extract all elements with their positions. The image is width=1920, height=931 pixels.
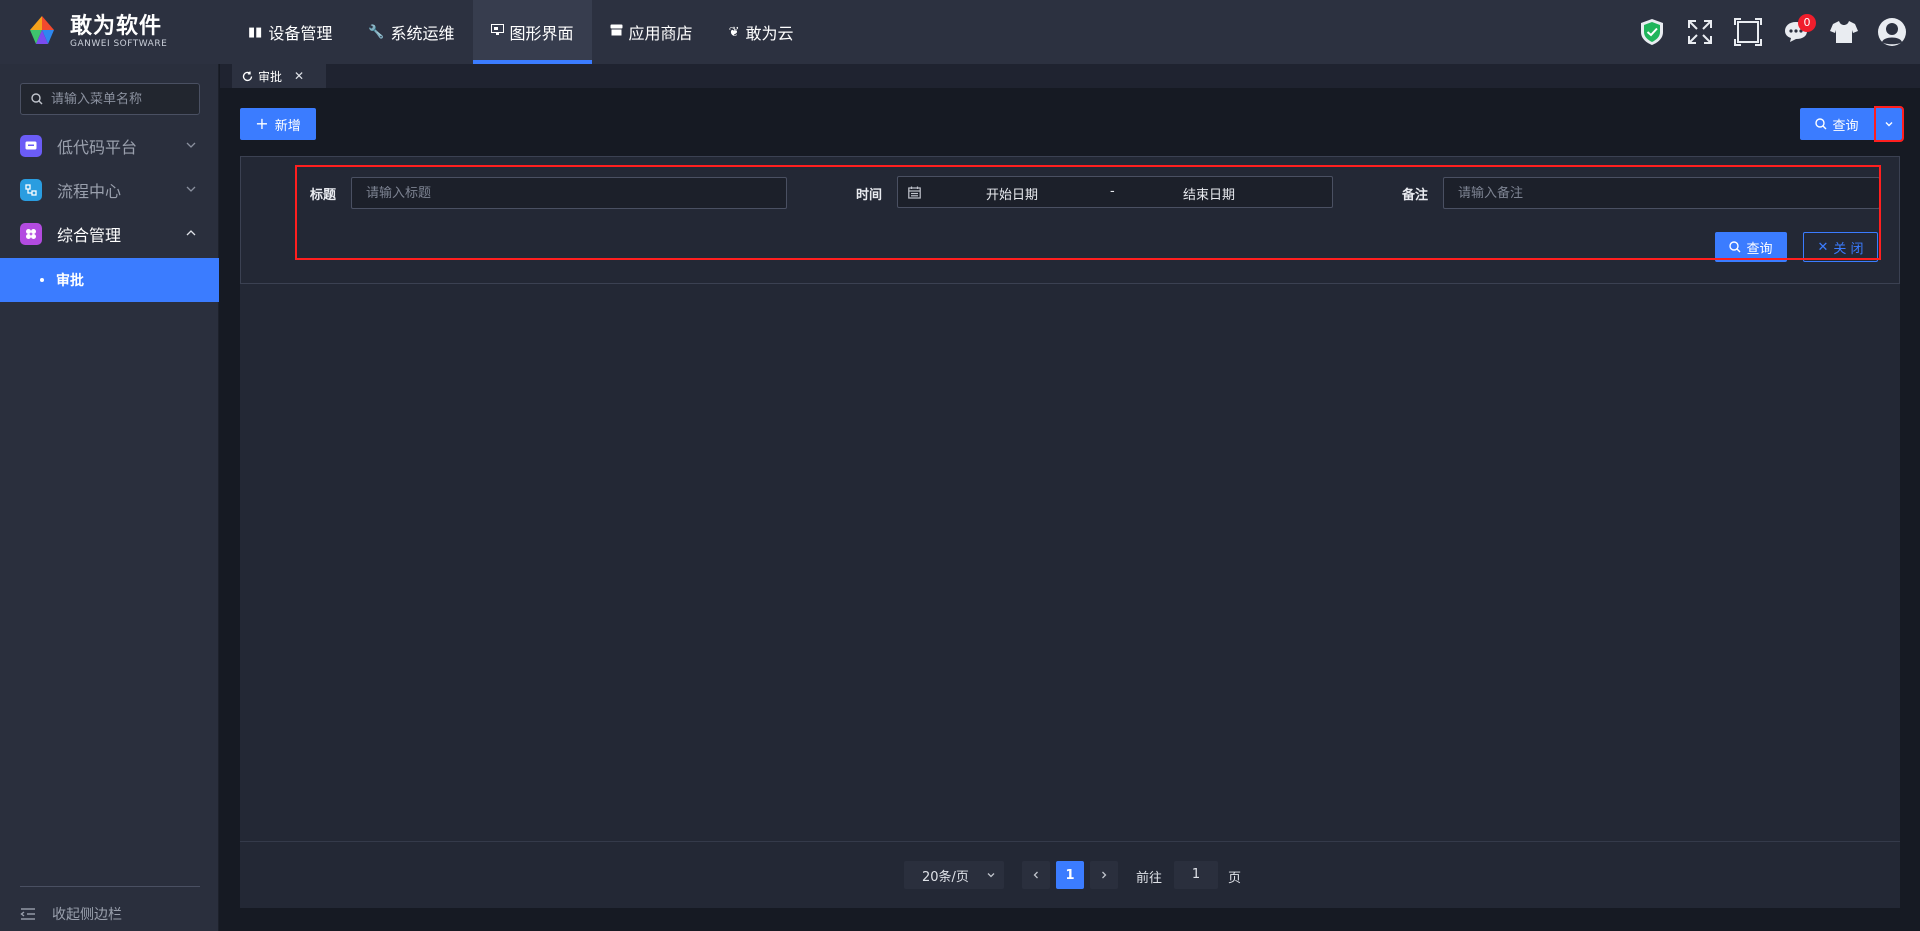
top-header: 敢为软件 GANWEI SOFTWARE ▮▮ 设备管理 🔧 系统运维 图形界面… [0, 0, 1920, 64]
data-table [240, 284, 1900, 908]
search-icon [1729, 241, 1741, 253]
sidebar-item-label: 低代码平台 [57, 138, 138, 157]
collapse-sidebar-label: 收起侧边栏 [52, 907, 122, 923]
close-filter-button[interactable]: ✕ 关 闭 [1803, 232, 1878, 262]
messages-button[interactable]: 0 [1772, 0, 1820, 64]
goto-label: 前往 [1136, 871, 1163, 886]
note-field[interactable] [1443, 177, 1880, 209]
plus-icon: + [255, 114, 269, 133]
start-date-input[interactable]: 开始日期 [986, 184, 1038, 203]
sidebar-divider [20, 886, 200, 887]
chevron-up-icon [186, 230, 196, 236]
topnav-system-ops[interactable]: 🔧 系统运维 [350, 0, 472, 64]
table-divider [240, 841, 1900, 842]
tab-approval[interactable]: 审批 ✕ [232, 64, 326, 88]
topnav-label: 敢为云 [745, 24, 794, 43]
sidebar-item-label: 综合管理 [57, 226, 122, 245]
page-size-select[interactable]: 20条/页 [904, 861, 1004, 889]
store-icon [610, 24, 623, 40]
topnav-device-management[interactable]: ▮▮ 设备管理 [230, 0, 350, 64]
close-button-label: 关 闭 [1833, 241, 1864, 257]
add-button[interactable]: + 新增 [240, 108, 316, 140]
sidebar-item-label: 流程中心 [57, 182, 122, 201]
close-icon[interactable]: ✕ [294, 69, 304, 83]
title-input[interactable] [366, 185, 786, 201]
search-icon [1815, 118, 1827, 130]
query-button[interactable]: 查询 [1715, 232, 1787, 262]
shield-check-icon[interactable] [1628, 0, 1676, 64]
brand-logo[interactable]: 敢为软件 GANWEI SOFTWARE [0, 0, 220, 64]
leaf-icon: ❦ [728, 24, 740, 40]
page-number-button[interactable]: 1 [1056, 861, 1084, 889]
date-range-picker[interactable]: 开始日期 - 结束日期 [897, 176, 1333, 208]
calendar-icon [908, 186, 921, 199]
sidebar-subitem-label: 审批 [56, 273, 84, 289]
refresh-icon[interactable] [242, 71, 253, 82]
clover-icon [20, 223, 42, 245]
book-icon: ▮▮ [248, 24, 263, 40]
topnav-graphic-ui[interactable]: 图形界面 [472, 0, 592, 64]
collapse-icon [20, 908, 35, 920]
next-page-button[interactable] [1090, 861, 1118, 889]
time-label: 时间 [856, 188, 883, 203]
logo-icon [30, 16, 54, 44]
menu-search-input[interactable] [51, 91, 191, 107]
topnav-ganwei-cloud[interactable]: ❦ 敢为云 [711, 0, 812, 64]
sidebar-item-general-management[interactable]: 综合管理 [0, 212, 219, 256]
tab-bar: 审批 ✕ [220, 64, 1920, 88]
page-size-value: 20条/页 [922, 869, 969, 885]
sidebar-item-lowcode[interactable]: 低代码平台 [0, 124, 219, 168]
search-icon [31, 93, 43, 105]
topnav-label: 设备管理 [268, 24, 333, 43]
sidebar-subitem-approval[interactable]: 审批 [0, 258, 219, 302]
chevron-down-icon [1885, 122, 1893, 127]
tshirt-icon[interactable] [1820, 0, 1868, 64]
note-input[interactable] [1458, 185, 1879, 201]
end-date-input[interactable]: 结束日期 [1183, 184, 1235, 203]
topnav-app-store[interactable]: 应用商店 [592, 0, 711, 64]
top-nav: ▮▮ 设备管理 🔧 系统运维 图形界面 应用商店 ❦ 敢为云 [230, 0, 811, 64]
chevron-right-icon [1102, 871, 1107, 879]
chevron-down-icon [186, 142, 196, 148]
avatar-icon[interactable] [1868, 0, 1916, 64]
close-icon: ✕ [1817, 239, 1829, 255]
title-label: 标题 [310, 188, 337, 203]
monitor-icon [490, 24, 504, 40]
topnav-label: 系统运维 [390, 24, 455, 43]
tab-label: 审批 [258, 69, 283, 84]
topnav-label: 图形界面 [509, 24, 574, 43]
title-field[interactable] [351, 177, 787, 209]
collapse-sidebar-button[interactable]: 收起侧边栏 [20, 898, 122, 930]
brand-title: 敢为软件 [70, 13, 163, 39]
chevron-down-icon [987, 873, 995, 878]
goto-page-input[interactable]: 1 [1174, 861, 1218, 889]
brand-subtitle: GANWEI SOFTWARE [70, 38, 168, 49]
query-button-label: 查询 [1832, 118, 1859, 134]
topnav-label: 应用商店 [628, 24, 693, 43]
bullet-dot [40, 278, 44, 282]
add-button-label: 新增 [274, 118, 301, 134]
header-actions: 0 [1628, 0, 1920, 64]
query-button-top[interactable]: 查询 [1800, 108, 1874, 140]
message-count-badge: 0 [1798, 14, 1816, 32]
sidebar: 低代码平台 流程中心 综合管理 审批 收起侧边栏 [0, 64, 219, 931]
query-button-label: 查询 [1746, 241, 1773, 257]
workflow-icon [20, 179, 42, 201]
expand-icon[interactable] [1676, 0, 1724, 64]
toggle-filter-button[interactable] [1874, 106, 1904, 142]
sidebar-item-workflow[interactable]: 流程中心 [0, 168, 219, 212]
date-separator: - [1110, 184, 1115, 199]
frame-icon[interactable] [1724, 0, 1772, 64]
menu-search-box[interactable] [20, 83, 200, 115]
note-label: 备注 [1402, 188, 1429, 203]
wrench-icon: 🔧 [368, 24, 385, 40]
chevron-left-icon [1033, 871, 1038, 879]
page-unit-label: 页 [1228, 871, 1242, 886]
lowcode-icon [20, 135, 42, 157]
prev-page-button[interactable] [1022, 861, 1050, 889]
chevron-down-icon [186, 186, 196, 192]
